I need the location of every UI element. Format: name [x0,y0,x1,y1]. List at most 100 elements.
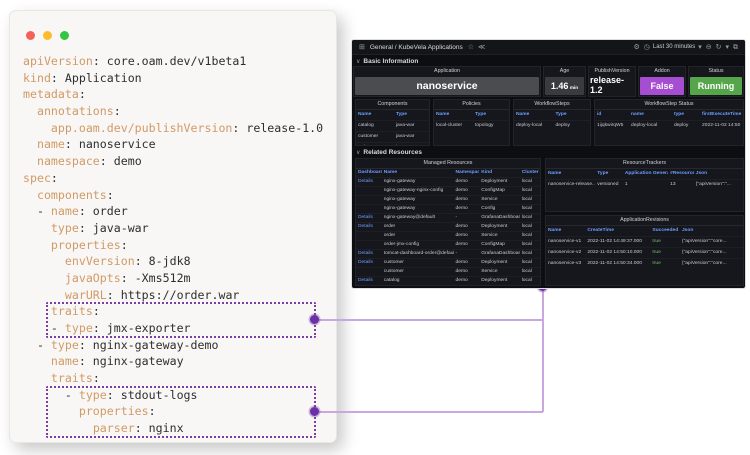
table-row: customer demo Service local [356,267,540,276]
refresh-icon[interactable]: ↻ [716,44,722,51]
column-header[interactable]: Json [694,169,743,179]
column-header[interactable]: Name [546,169,595,179]
code-line: warURL: https://order.war [64,287,240,302]
star-icon[interactable]: ☆ [468,44,474,51]
code-editor-window: apiVersion: core.oam.dev/v1beta1 kind: Ap… [9,10,337,443]
column-header[interactable]: Name [356,110,394,120]
panel-title[interactable]: Policies [434,100,509,109]
column-header[interactable]: Type [554,110,590,120]
table-row: order demo Service local [356,231,540,240]
column-header[interactable]: Type [473,110,509,120]
resource-trackers-panel: ResourceTrackers Name Type Application Gen… [545,158,744,212]
table-cell: order-jmx-config [383,242,420,247]
column-header[interactable]: type [672,110,700,120]
apps-grid-icon[interactable]: ⊞ [359,44,365,51]
panel-title[interactable]: Components [356,100,429,109]
column-header[interactable]: Dashboard [356,169,382,177]
table-cell: versioned [597,182,619,187]
table-cell [356,187,382,195]
panel-title[interactable]: Age [544,67,585,76]
table-row: nanoservice-release... versioned 1 13 {"apiV… [546,179,743,190]
table-cell: nanoservice-release... [548,182,596,187]
details-link[interactable]: Details [356,277,382,285]
grafana-dashboard: ⊞ General / KubeVela Applications ☆ ≪ ⚙ … [352,40,745,288]
share-icon[interactable]: ≪ [478,44,485,51]
table-header-row: Name Type [356,109,429,120]
close-window-icon[interactable] [26,31,35,40]
table-cell: local [521,215,532,220]
application-revisions-panel: ApplicationRevisions Name CreateTime Succe… [545,215,744,286]
table-cell: nanoservice-v3 [548,261,582,266]
zoom-out-icon[interactable]: ⊖ [706,44,712,51]
table-row: catalogdemoServicelocal [356,285,540,286]
column-header[interactable]: Kind [479,169,519,177]
column-header[interactable]: Name [434,110,473,120]
display-icon[interactable]: ⧉ [733,44,738,51]
column-header[interactable]: Json [680,226,743,236]
column-header[interactable]: #Resources [668,169,694,179]
table-cell: nanoservice-v1 [548,239,582,244]
table-cell: local [521,224,532,229]
time-range-picker[interactable]: Last 30 minutes [653,44,695,50]
clock-icon[interactable]: ◷ [644,44,650,51]
chevron-down-icon[interactable]: ▾ [698,44,702,51]
table-cell: deploy [555,123,570,128]
section-basic-information[interactable]: ∨ Basic Information [356,56,418,66]
table-cell: 2022-11-02 14:50:10.000 [587,250,642,255]
details-link[interactable]: Details [356,250,382,258]
table-row: nanoservice-v3 2022-11-02 14:50:34.000 tru… [546,258,743,269]
maximize-window-icon[interactable] [60,31,69,40]
panel-title[interactable]: WorkflowSteps [514,100,590,109]
gear-icon[interactable]: ⚙ [633,44,639,51]
managed-resources-panel: Managed Resources DashboardNameNamespace… [355,158,541,286]
details-link[interactable]: Details [356,178,382,186]
panel-title[interactable]: WorkflowStep Status [595,100,743,109]
breadcrumb[interactable]: General / KubeVela Applications [370,44,463,51]
table-row: local-cluster topology [434,120,509,131]
table-cell: nginx-gateway-nginx-config [383,188,444,193]
column-header[interactable]: Succeeded [650,226,680,236]
column-header[interactable]: Name [546,226,585,236]
column-header[interactable]: Cluster ▴ [520,169,540,177]
column-header[interactable]: Name [382,169,454,177]
column-header[interactable]: Type [394,110,429,120]
table-cell: demo [455,206,468,211]
details-link[interactable]: Details [356,223,382,231]
details-link[interactable]: Details [356,259,382,267]
table-cell: local [521,179,532,184]
table-cell: demo [455,278,468,283]
column-header[interactable]: Name [514,110,554,120]
column-header[interactable]: Namespace [454,169,480,177]
panel-title[interactable]: Addon [639,67,685,76]
table-cell: demo [455,224,468,229]
panel-title[interactable]: ResourceTrackers [546,159,743,168]
column-header[interactable]: id [595,110,629,120]
components-table: NameTypecatalogjava-warcustomerjava-waro… [356,109,429,145]
table-cell: demo [455,242,468,247]
components-panel: Components Name Type catalog java-war custom… [355,99,430,146]
details-link[interactable]: Details [356,214,382,222]
column-header[interactable]: CreateTime [585,226,650,236]
table-cell: true [652,261,661,266]
panel-title[interactable]: Status [689,67,743,76]
table-cell: {"apiVersion":"core... [681,261,727,266]
refresh-chevron-icon[interactable]: ▾ [725,44,729,51]
section-related-resources[interactable]: ∨ Related Resources [356,147,422,157]
table-cell: Deployment [481,224,508,229]
column-header[interactable]: Application Generatio [623,169,668,179]
stat-value: nanoservice [355,77,539,95]
table-cell: java-war [395,123,415,128]
panel-title[interactable]: PublishVersion [589,67,635,74]
panel-title[interactable]: Application [354,67,540,76]
panel-title[interactable]: Managed Resources [356,159,540,168]
column-header[interactable]: Type [595,169,623,179]
stat-panel-status: Status Running [688,66,744,97]
code-line: javaOpts: -Xms512m [64,270,191,285]
column-header[interactable]: firstExecuteTime [700,110,743,120]
table-cell: local [521,197,532,202]
table-cell: local [521,251,532,256]
table-cell: local [521,233,532,238]
minimize-window-icon[interactable] [43,31,52,40]
panel-title[interactable]: ApplicationRevisions [546,216,743,225]
column-header[interactable]: name [629,110,672,120]
